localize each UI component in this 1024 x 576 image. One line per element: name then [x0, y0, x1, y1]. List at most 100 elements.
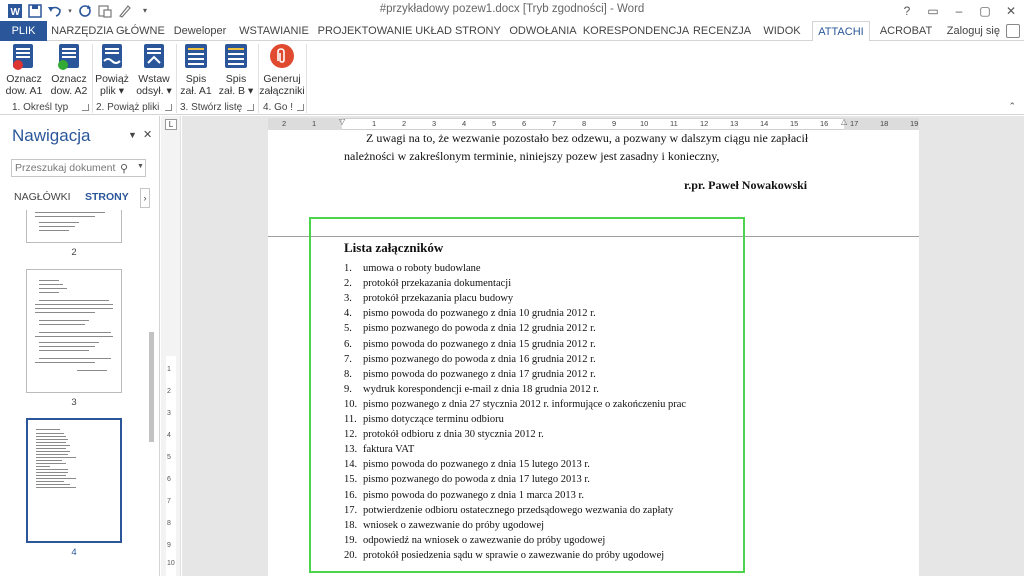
account-icon[interactable] — [1006, 24, 1020, 38]
page-thumbnail-selected[interactable] — [26, 418, 122, 543]
group-launcher-icon[interactable] — [247, 104, 254, 111]
pen-icon[interactable] — [116, 2, 134, 20]
mark-a2-button[interactable]: Oznacz dow. A2 — [48, 43, 90, 100]
undo-dropdown-icon[interactable]: ▾ — [66, 2, 74, 20]
tab-developer[interactable]: Deweloper — [170, 21, 230, 41]
minimize-icon[interactable]: – — [946, 0, 972, 21]
link-file-button[interactable]: Powiąż plik ▾ — [94, 43, 130, 100]
save-icon[interactable] — [26, 2, 44, 20]
thumb-line — [39, 300, 109, 301]
tab-mailings[interactable]: KORESPONDENCJA — [583, 21, 689, 41]
ruler-label: 1 — [372, 119, 377, 128]
group-separator — [176, 44, 177, 113]
thumb-line — [36, 439, 68, 440]
tab-view[interactable]: WIDOK — [758, 21, 806, 41]
thumb-line — [39, 350, 89, 351]
link-file-label-2: plik ▾ — [100, 85, 124, 97]
nav-tab-headings[interactable]: NAGŁÓWKI — [14, 191, 71, 203]
page-thumbnail[interactable] — [26, 210, 122, 243]
generate-label-1: Generuj — [263, 73, 301, 85]
format-painter-icon[interactable] — [96, 2, 114, 20]
tab-attachi[interactable]: ATTACHI — [812, 21, 870, 42]
thumb-line — [36, 448, 66, 449]
page-thumbnail[interactable] — [26, 269, 122, 393]
tab-home[interactable]: NARZĘDZIA GŁÓWNE — [51, 21, 165, 41]
nav-tab-pages[interactable]: STRONY — [85, 191, 129, 203]
collapse-ribbon-icon[interactable]: ⌃ — [1008, 101, 1016, 112]
undo-icon[interactable] — [46, 2, 64, 20]
group-label-type: 1. Określ typ — [12, 102, 69, 113]
ruler-label: 9 — [167, 542, 171, 549]
thumb-line — [39, 222, 79, 223]
nav-scrollbar[interactable] — [149, 332, 154, 442]
group-launcher-icon[interactable] — [297, 104, 304, 111]
document-mark-icon — [10, 43, 38, 71]
customize-qat-icon[interactable]: ▾ — [136, 2, 154, 20]
nav-options-icon[interactable]: ▼ — [128, 130, 137, 140]
thumb-line — [36, 436, 66, 437]
ruler-label: 17 — [850, 119, 859, 128]
mark-a2-label-2: dow. A2 — [50, 85, 88, 97]
nav-tab-more-icon[interactable]: › — [140, 188, 150, 208]
page-number-label: 2 — [71, 247, 77, 258]
thumb-line — [36, 469, 68, 470]
list-icon — [182, 43, 210, 71]
list-b-button[interactable]: Spis zał. B ▾ — [218, 43, 254, 100]
thumb-line — [39, 320, 89, 321]
thumb-line — [36, 433, 64, 434]
tab-references[interactable]: ODWOŁANIA — [506, 21, 580, 41]
right-indent-marker-icon[interactable]: △ — [841, 117, 847, 126]
generate-label-2: załączniki — [259, 85, 305, 97]
tab-insert[interactable]: WSTAWIANIE — [236, 21, 312, 41]
list-a1-button[interactable]: Spis zał. A1 — [178, 43, 214, 100]
ruler-label: 7 — [552, 119, 557, 128]
attachments-highlight-box — [309, 217, 745, 573]
mark-a1-button[interactable]: Oznacz dow. A1 — [4, 43, 44, 100]
ruler-label: 6 — [167, 476, 171, 483]
ruler-label: 2 — [282, 119, 287, 128]
tab-acrobat[interactable]: ACROBAT — [876, 21, 936, 41]
tab-file[interactable]: PLIK — [0, 21, 47, 41]
tab-design[interactable]: PROJEKTOWANIE — [318, 21, 413, 41]
ruler-label: 2 — [402, 119, 407, 128]
group-launcher-icon[interactable] — [165, 104, 172, 111]
nav-close-icon[interactable]: ✕ — [143, 128, 152, 141]
tab-layout[interactable]: UKŁAD STRONY — [415, 21, 501, 41]
window-controls: ? ▭ – ▢ ✕ — [894, 0, 1024, 21]
close-icon[interactable]: ✕ — [998, 0, 1024, 21]
generate-attachments-button[interactable]: Generuj załączniki — [259, 43, 305, 100]
insert-reference-button[interactable]: Wstaw odsył. ▾ — [134, 43, 174, 100]
thumb-line — [39, 346, 95, 347]
search-icon[interactable]: ⚲ — [120, 162, 128, 175]
tab-review[interactable]: RECENZJA — [692, 21, 752, 41]
insert-reference-icon — [140, 43, 168, 71]
group-launcher-icon[interactable] — [82, 104, 89, 111]
maximize-icon[interactable]: ▢ — [972, 0, 998, 21]
ruler-label: 7 — [167, 498, 171, 505]
thumb-line — [36, 454, 68, 455]
ruler-label: 15 — [790, 119, 799, 128]
help-icon[interactable]: ? — [894, 0, 920, 21]
thumb-line — [36, 487, 76, 488]
svg-text:W: W — [11, 7, 21, 18]
ruler-label: 14 — [760, 119, 769, 128]
navigation-pane: Nawigacja ▼ ✕ Przeszukaj dokument ⚲ ▼ NA… — [0, 116, 160, 576]
mark-a1-label-1: Oznacz — [6, 73, 42, 85]
ruler-label: 18 — [880, 119, 889, 128]
thumb-line — [36, 460, 62, 461]
ruler-label: 4 — [167, 432, 171, 439]
thumb-line — [39, 324, 85, 325]
ribbon-display-icon[interactable]: ▭ — [920, 0, 946, 21]
thumb-line — [39, 280, 59, 281]
vertical-ruler: L 1 2 3 4 5 6 7 8 9 10 — [161, 116, 181, 576]
tab-selector-icon[interactable]: L — [165, 119, 177, 130]
indent-marker-icon[interactable]: ▽ — [339, 117, 345, 126]
thumb-line — [36, 466, 50, 467]
redo-icon[interactable] — [76, 2, 94, 20]
insert-reference-label-2: odsył. ▾ — [136, 85, 172, 97]
document-area: 2 1 1 2 3 4 5 6 7 8 9 10 11 12 13 14 15 … — [182, 116, 1024, 576]
thumb-line — [36, 445, 70, 446]
ruler-label: 5 — [492, 119, 497, 128]
search-dropdown-icon[interactable]: ▼ — [137, 163, 144, 170]
sign-in-link[interactable]: Zaloguj się — [947, 21, 1000, 41]
